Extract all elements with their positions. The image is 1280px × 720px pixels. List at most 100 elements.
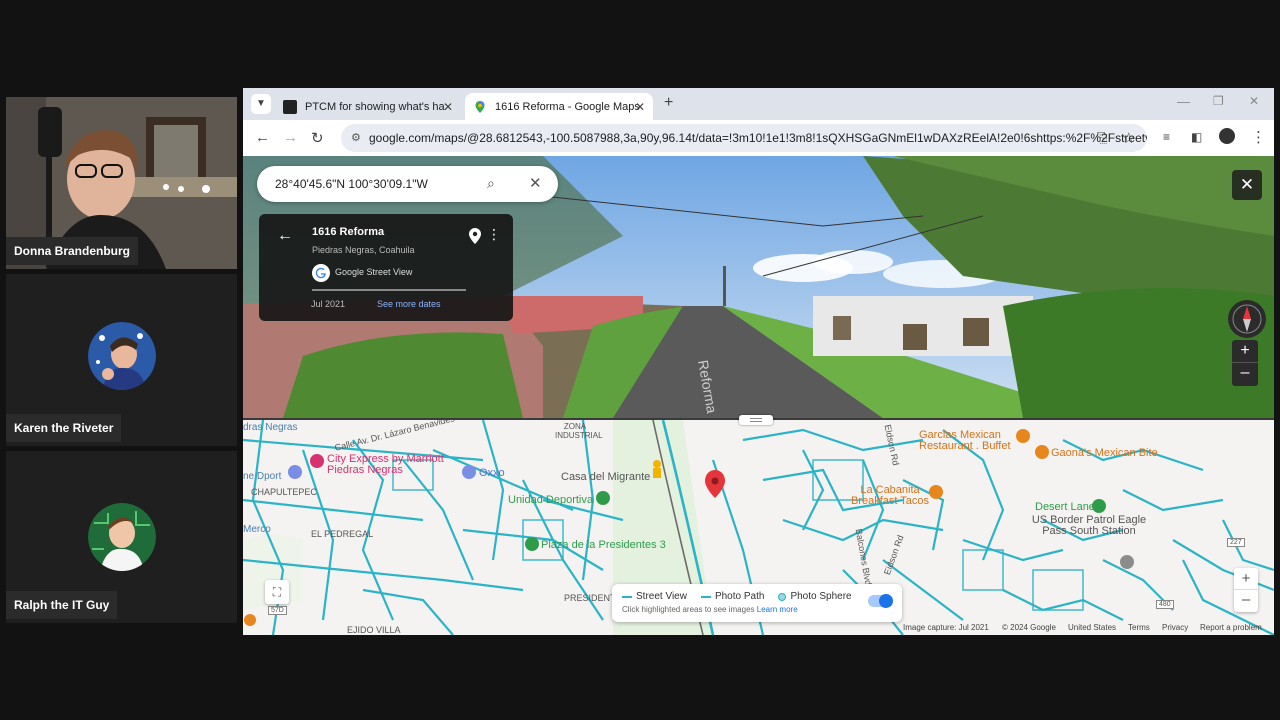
avatar <box>88 503 156 571</box>
poi-garcias-mexican[interactable]: Garcias Mexican Restaurant . Buffet <box>919 430 1029 452</box>
avatar <box>88 322 156 390</box>
browser-window: ▼ PTCM for showing what's happ ✕ 1616 Re… <box>243 88 1274 635</box>
tab-search-button[interactable]: ▼ <box>251 94 271 114</box>
toggle-knob <box>879 594 893 608</box>
meeting-screen: Donna Brandenburg Karen the Riveter Ralp… <box>0 0 1280 720</box>
maps-pin-icon <box>473 100 487 114</box>
source-label: Google Street View <box>335 267 413 277</box>
close-icon: ✕ <box>1239 175 1255 194</box>
poi-la-cabanita[interactable]: La Cabanita Breakfast Tacos <box>845 485 935 507</box>
participant-name: Donna Brandenburg <box>6 237 138 265</box>
poi-oxxo[interactable]: Oxxo <box>479 467 505 479</box>
location-pin-icon[interactable] <box>469 228 481 247</box>
sphere-dot-icon <box>778 592 787 601</box>
report-problem-link[interactable]: Report a problem <box>1200 623 1262 632</box>
street-view-pane[interactable]: Reforma 28°40'45.6"N 100°30'09.1"W ⌕ ✕ ←… <box>243 156 1274 418</box>
minimize-icon[interactable]: — <box>1177 94 1190 109</box>
zoom-in-icon[interactable]: + <box>1234 568 1258 589</box>
reload-icon[interactable]: ↻ <box>311 129 324 147</box>
poi-border-patrol[interactable]: US Border Patrol Eagle Pass South Statio… <box>1029 515 1149 537</box>
new-tab-button[interactable]: + <box>664 94 673 112</box>
terms-link[interactable]: Terms <box>1128 623 1150 632</box>
map-label: ZONA INDUSTRIAL <box>555 422 603 440</box>
map-label: dras Negras <box>243 422 298 433</box>
map-footer: Image capture: Jul 2021 © 2024 Google Un… <box>243 621 1274 635</box>
participant-name: Ralph the IT Guy <box>6 591 118 619</box>
learn-more-link[interactable]: Learn more <box>757 605 798 614</box>
back-arrow-icon[interactable]: ← <box>255 129 270 146</box>
expand-icon: ⛶ <box>272 585 282 599</box>
legend-photo-path: Photo Path <box>700 591 765 602</box>
capture-date: Jul 2021 <box>311 299 346 309</box>
map-label: ne Dport <box>243 471 282 482</box>
dashed-line-icon <box>700 595 711 598</box>
zoom-out-icon[interactable]: – <box>1234 589 1258 610</box>
google-logo-icon <box>312 264 330 282</box>
address-bar[interactable]: ⚙ google.com/maps/@28.6812543,-100.50879… <box>341 124 1147 152</box>
poi-desert-lanes[interactable]: Desert Lanes <box>1035 501 1100 513</box>
street-view-toggle[interactable] <box>868 594 893 608</box>
close-icon[interactable]: ✕ <box>443 100 453 114</box>
poi-casa-del-migrante[interactable]: Casa del Migrante <box>561 471 650 483</box>
participant-tile-donna[interactable]: Donna Brandenburg <box>6 97 237 269</box>
street-view-zoom-control: + – <box>1232 340 1258 386</box>
compass-control[interactable] <box>1228 300 1266 338</box>
participant-tile-karen[interactable]: Karen the Riveter <box>6 274 237 446</box>
reading-list-icon[interactable]: ≡ <box>1163 130 1170 144</box>
street-view-legend: Street View Photo Path Photo Sphere Clic… <box>612 584 902 622</box>
back-arrow-icon[interactable]: ← <box>277 227 293 245</box>
chevron-down-icon: ▼ <box>256 98 266 109</box>
search-icon[interactable]: ⌕ <box>487 175 495 192</box>
zoom-in-icon[interactable]: + <box>1232 340 1258 362</box>
tab-title: 1616 Reforma - Google Maps <box>495 100 640 113</box>
close-icon[interactable]: ✕ <box>635 100 645 114</box>
map-label: EL PEDREGAL <box>311 529 374 539</box>
copyright: © 2024 Google <box>1002 623 1056 632</box>
bookmark-star-icon[interactable]: ☆ <box>1122 129 1135 147</box>
install-app-icon[interactable]: ⎘ <box>1097 130 1107 146</box>
poi-unidad-deportiva[interactable]: Unidad Deportiva <box>508 494 593 506</box>
road-shield: 480 <box>1156 600 1174 609</box>
window-close-icon[interactable]: ✕ <box>1249 94 1259 108</box>
search-input[interactable]: 28°40'45.6"N 100°30'09.1"W <box>275 177 428 191</box>
pane-resize-handle[interactable] <box>739 415 773 425</box>
clear-search-icon[interactable]: ✕ <box>529 174 542 192</box>
road-shield: 57D <box>268 606 287 615</box>
tab-ptcm[interactable]: PTCM for showing what's happ ✕ <box>275 93 461 120</box>
profile-avatar-icon[interactable] <box>1219 128 1235 144</box>
more-options-icon[interactable]: ⋮ <box>487 226 501 243</box>
close-street-view-button[interactable]: ✕ <box>1232 170 1262 200</box>
fullscreen-button[interactable]: ⛶ <box>265 580 289 604</box>
line-swatch-icon <box>622 595 632 598</box>
see-more-dates-link[interactable]: See more dates <box>377 299 441 309</box>
map-label: PRESIDENT <box>564 593 616 603</box>
participant-tile-ralph[interactable]: Ralph the IT Guy <box>6 451 237 623</box>
tab-google-maps[interactable]: 1616 Reforma - Google Maps ✕ <box>465 93 653 120</box>
forward-arrow-icon[interactable]: → <box>283 129 298 146</box>
tab-title: PTCM for showing what's happ <box>305 100 445 113</box>
legend-label: Street View <box>636 591 687 602</box>
legend-label: Photo Path <box>714 591 765 602</box>
legend-photo-sphere: Photo Sphere <box>778 591 852 602</box>
poi-gaonas[interactable]: Gaona's Mexican Bite <box>1051 447 1158 459</box>
place-subtitle: Piedras Negras, Coahuila <box>312 245 415 255</box>
legend-hint: Click highlighted areas to see images <box>622 605 755 614</box>
ptcm-icon <box>283 99 297 114</box>
legend-label: Photo Sphere <box>790 591 852 602</box>
privacy-link[interactable]: Privacy <box>1162 623 1188 632</box>
map-search-box[interactable]: 28°40'45.6"N 100°30'09.1"W ⌕ ✕ <box>257 166 558 202</box>
poi-plaza-presidentes[interactable]: Plaza de la Presidentes 3 <box>541 539 666 551</box>
url-text: google.com/maps/@28.6812543,-100.5087988… <box>369 131 1147 145</box>
restore-icon[interactable]: ❐ <box>1213 94 1224 108</box>
site-info-icon[interactable]: ⚙ <box>351 131 361 144</box>
zoom-out-icon[interactable]: – <box>1232 362 1258 384</box>
country-link[interactable]: United States <box>1068 623 1116 632</box>
browser-toolbar: ← → ↻ ⚙ google.com/maps/@28.6812543,-100… <box>243 120 1274 156</box>
menu-kebab-icon[interactable]: ⋮ <box>1251 128 1266 146</box>
map-label: Merco <box>243 524 271 535</box>
image-capture-date: Image capture: Jul 2021 <box>903 623 989 632</box>
poi-city-express[interactable]: City Express by Marriott Piedras Negras <box>327 454 457 476</box>
side-panel-icon[interactable]: ◧ <box>1191 130 1202 144</box>
map-pane[interactable]: dras Negras Calle Av. Dr. Lázaro Benavid… <box>243 420 1274 635</box>
map-label: CHAPULTEPEC <box>251 487 317 497</box>
